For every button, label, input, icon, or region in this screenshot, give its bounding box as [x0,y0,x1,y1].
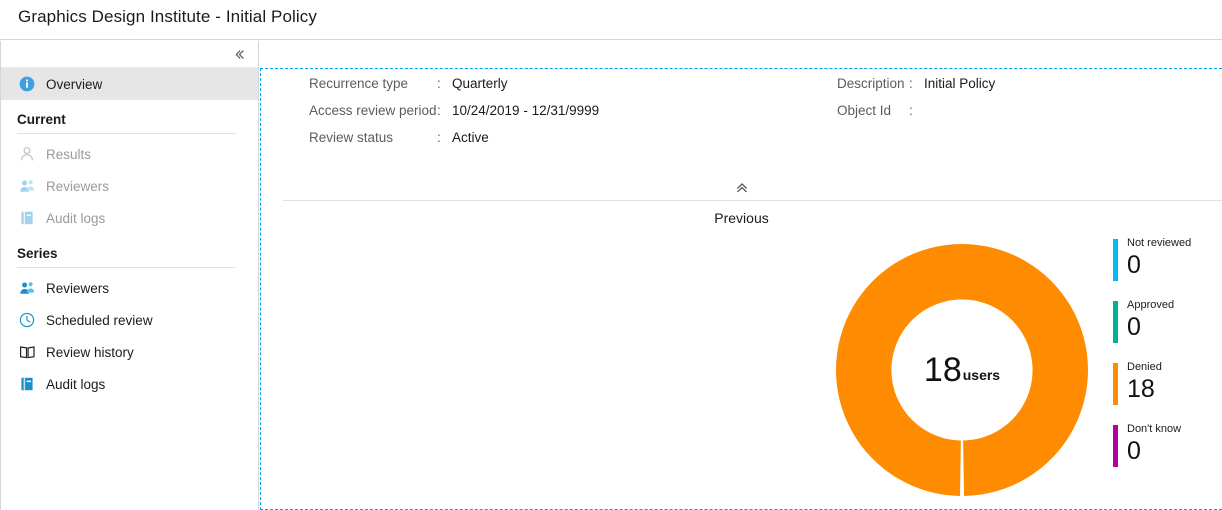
field-separator: : [909,76,917,91]
chevron-double-up-icon[interactable] [261,179,1222,197]
field-value: Quarterly [452,76,508,91]
field-label: Object Id [837,103,909,118]
field-access-review-period: Access review period : 10/24/2019 - 12/3… [309,103,599,130]
access-review-donut-chart: 18 users [836,244,1088,496]
sidebar-group-rule [17,133,236,134]
info-circle-icon [17,74,37,94]
chart-legend: Not reviewed 0 Approved 0 Denied 18 Don'… [1113,237,1213,485]
sidebar-item-series-audit-logs[interactable]: Audit logs [1,368,258,400]
sidebar-item-label: Audit logs [46,211,105,226]
notebook-icon [17,208,37,228]
page-title: Graphics Design Institute - Initial Poli… [18,7,317,27]
sidebar-item-scheduled-review[interactable]: Scheduled review [1,304,258,336]
chart-section-title: Previous [261,210,1222,226]
legend-label: Denied [1127,361,1213,374]
sidebar-group-rule [17,267,236,268]
field-value: 10/24/2019 - 12/31/9999 [452,103,599,118]
sidebar-group-title-series: Series [1,234,258,265]
legend-item-not-reviewed[interactable]: Not reviewed 0 [1113,237,1213,283]
field-separator: : [437,103,445,118]
notebook-icon [17,374,37,394]
details-column-right: Description : Initial Policy Object Id : [837,76,995,130]
sidebar-item-review-history[interactable]: Review history [1,336,258,368]
sidebar-item-current-results: Results [1,138,258,170]
sidebar-item-label: Reviewers [46,179,109,194]
sidebar-item-current-reviewers: Reviewers [1,170,258,202]
policy-details: Recurrence type : Quarterly Access revie… [261,69,1222,175]
legend-label: Not reviewed [1127,237,1213,250]
open-book-icon [17,342,37,362]
legend-color-swatch [1113,301,1118,343]
people-icon [17,278,37,298]
sidebar: Overview Current Results [0,41,259,510]
field-review-status: Review status : Active [309,130,599,157]
sidebar-item-label: Audit logs [46,377,105,392]
sidebar-item-label: Reviewers [46,281,109,296]
content-panel: Recurrence type : Quarterly Access revie… [260,68,1222,510]
legend-value: 18 [1127,374,1213,404]
person-icon [17,144,37,164]
field-label: Access review period [309,103,437,118]
field-recurrence-type: Recurrence type : Quarterly [309,76,599,103]
field-object-id: Object Id : [837,103,995,130]
field-value: Active [452,130,489,145]
sidebar-item-series-reviewers[interactable]: Reviewers [1,272,258,304]
field-separator: : [437,76,445,91]
sidebar-item-label: Scheduled review [46,313,153,328]
legend-item-denied[interactable]: Denied 18 [1113,361,1213,407]
sidebar-item-label: Review history [46,345,134,360]
legend-value: 0 [1127,250,1213,280]
legend-label: Approved [1127,299,1213,312]
legend-color-swatch [1113,425,1118,467]
legend-value: 0 [1127,312,1213,342]
clock-icon [17,310,37,330]
legend-color-swatch [1113,363,1118,405]
legend-item-approved[interactable]: Approved 0 [1113,299,1213,345]
section-divider [283,200,1222,201]
legend-value: 0 [1127,436,1213,466]
donut-slice[interactable] [836,244,1088,496]
legend-label: Don't know [1127,423,1213,436]
chevron-double-left-icon[interactable] [228,43,250,65]
field-value: Initial Policy [924,76,995,91]
field-separator: : [437,130,445,145]
legend-item-dont-know[interactable]: Don't know 0 [1113,423,1213,469]
field-description: Description : Initial Policy [837,76,995,103]
sidebar-item-current-audit-logs: Audit logs [1,202,258,234]
title-bar: Graphics Design Institute - Initial Poli… [0,0,1222,40]
field-label: Review status [309,130,437,145]
sidebar-header [1,41,258,68]
sidebar-item-label: Results [46,147,91,162]
sidebar-item-overview[interactable]: Overview [1,68,258,100]
field-label: Recurrence type [309,76,437,91]
details-column-left: Recurrence type : Quarterly Access revie… [309,76,599,157]
donut-svg [836,244,1088,496]
field-separator: : [909,103,917,118]
people-icon [17,176,37,196]
field-label: Description [837,76,909,91]
app-root: Graphics Design Institute - Initial Poli… [0,0,1222,510]
legend-color-swatch [1113,239,1118,281]
sidebar-item-label: Overview [46,77,102,92]
sidebar-group-title-current: Current [1,100,258,131]
